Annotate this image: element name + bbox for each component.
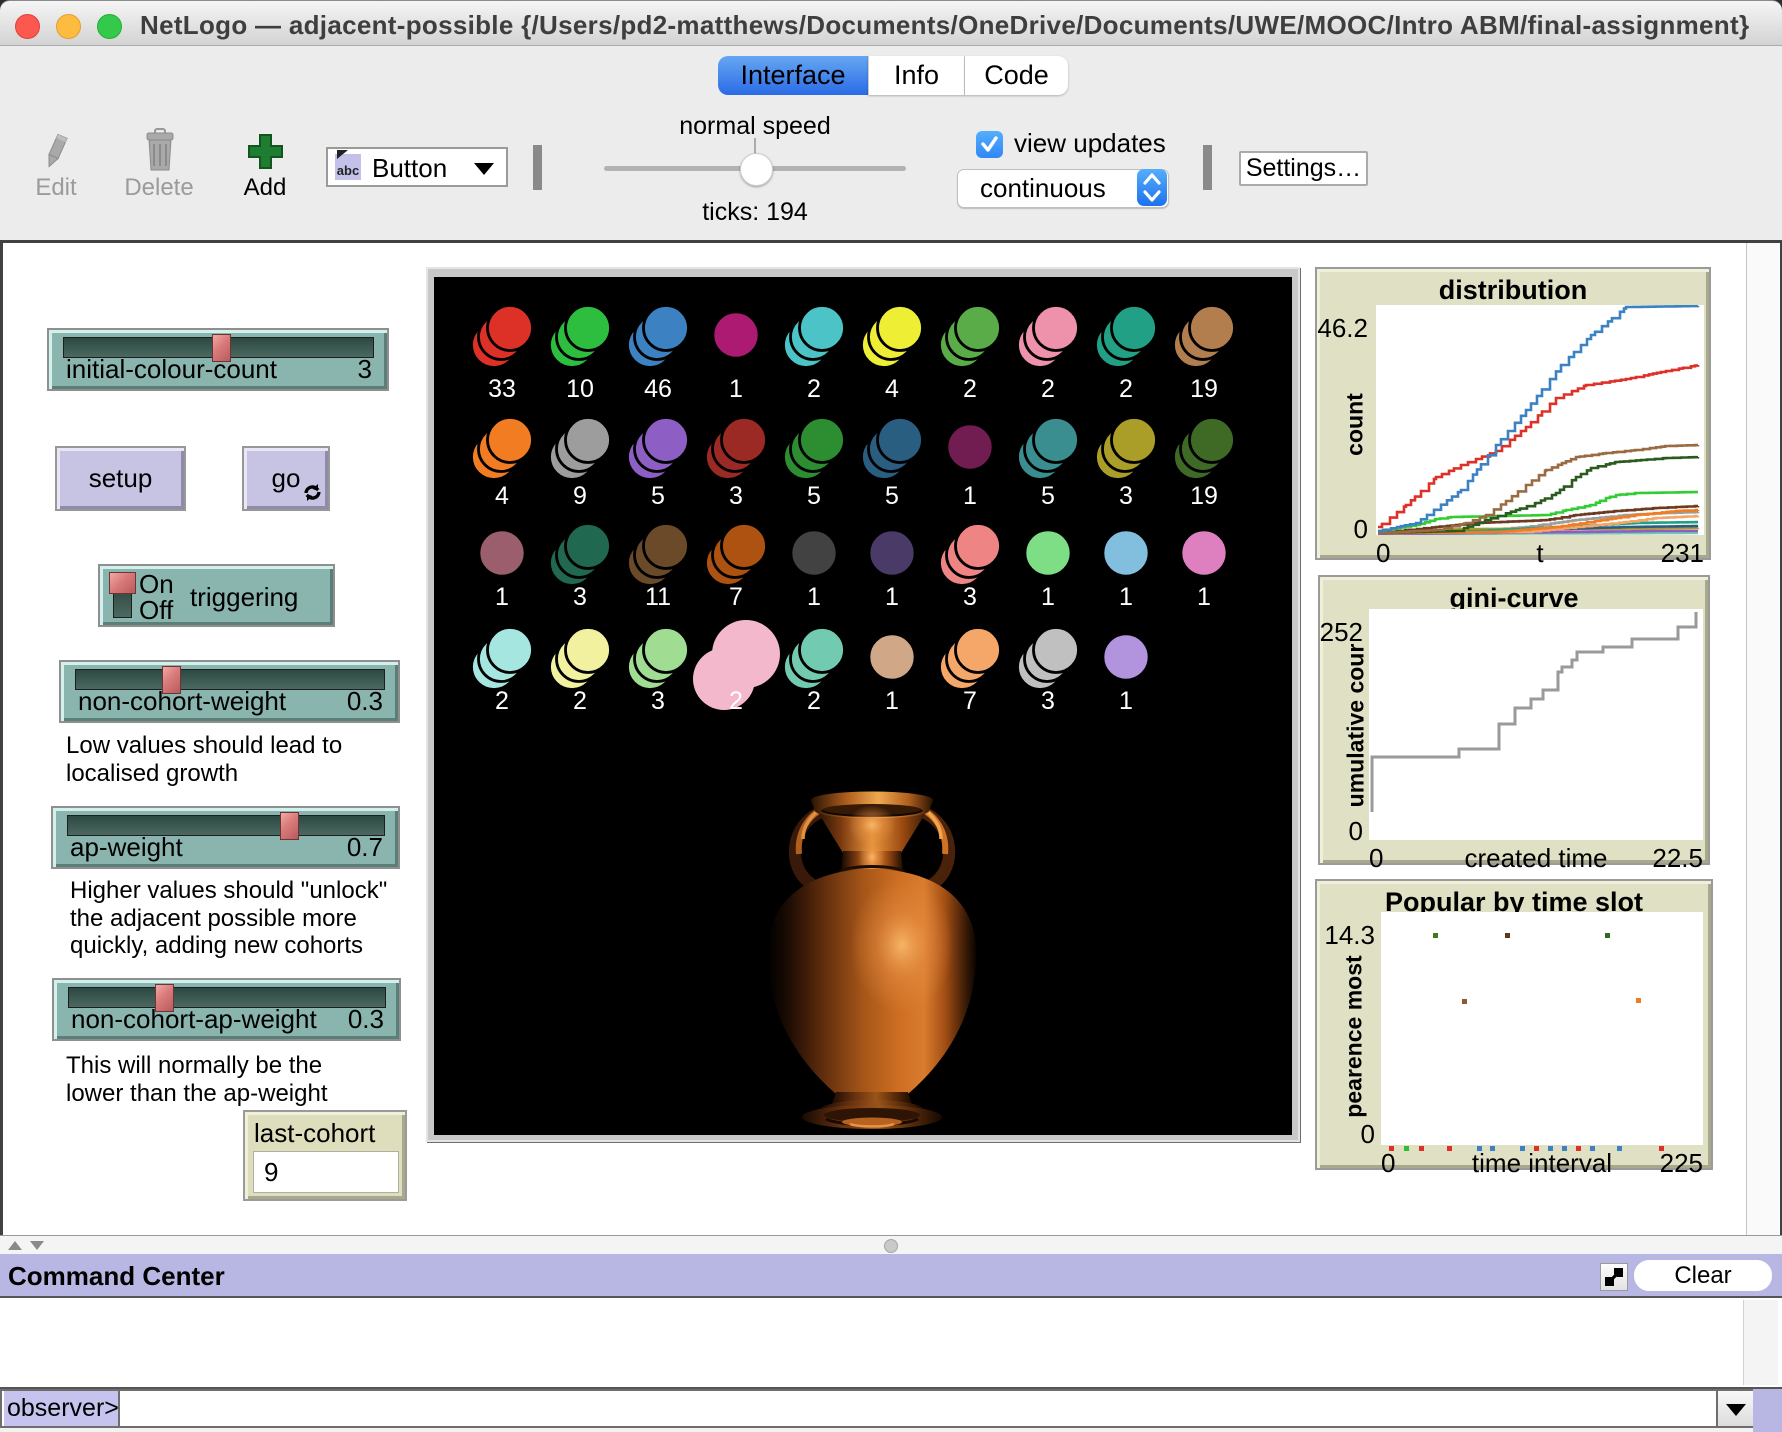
svg-text:2: 2 xyxy=(573,687,587,715)
svg-text:1: 1 xyxy=(1197,583,1211,611)
svg-text:46: 46 xyxy=(644,375,672,403)
svg-text:33: 33 xyxy=(488,375,516,403)
svg-text:1: 1 xyxy=(885,583,899,611)
svg-text:2: 2 xyxy=(963,375,977,403)
svg-text:1: 1 xyxy=(1119,583,1133,611)
svg-text:1: 1 xyxy=(963,482,977,510)
svg-text:2: 2 xyxy=(807,687,821,715)
svg-text:1: 1 xyxy=(807,583,821,611)
svg-text:5: 5 xyxy=(651,482,665,510)
svg-text:2: 2 xyxy=(807,375,821,403)
svg-text:10: 10 xyxy=(566,375,594,403)
svg-text:3: 3 xyxy=(573,583,587,611)
svg-text:5: 5 xyxy=(1041,482,1055,510)
svg-text:9: 9 xyxy=(573,482,587,510)
svg-text:2: 2 xyxy=(729,687,743,715)
svg-text:2: 2 xyxy=(1119,375,1133,403)
svg-text:5: 5 xyxy=(807,482,821,510)
svg-text:4: 4 xyxy=(495,482,509,510)
svg-text:1: 1 xyxy=(1119,687,1133,715)
svg-text:1: 1 xyxy=(729,375,743,403)
svg-text:3: 3 xyxy=(1119,482,1133,510)
svg-text:4: 4 xyxy=(885,375,899,403)
svg-text:19: 19 xyxy=(1190,375,1218,403)
svg-text:2: 2 xyxy=(1041,375,1055,403)
svg-text:3: 3 xyxy=(1041,687,1055,715)
svg-text:19: 19 xyxy=(1190,482,1218,510)
svg-text:1: 1 xyxy=(1041,583,1055,611)
svg-text:2: 2 xyxy=(495,687,509,715)
svg-text:1: 1 xyxy=(495,583,509,611)
svg-text:1: 1 xyxy=(885,687,899,715)
svg-text:7: 7 xyxy=(963,687,977,715)
svg-text:3: 3 xyxy=(651,687,665,715)
svg-text:7: 7 xyxy=(729,583,743,611)
svg-text:3: 3 xyxy=(729,482,743,510)
svg-text:11: 11 xyxy=(645,583,671,611)
svg-text:3: 3 xyxy=(963,583,977,611)
svg-text:5: 5 xyxy=(885,482,899,510)
